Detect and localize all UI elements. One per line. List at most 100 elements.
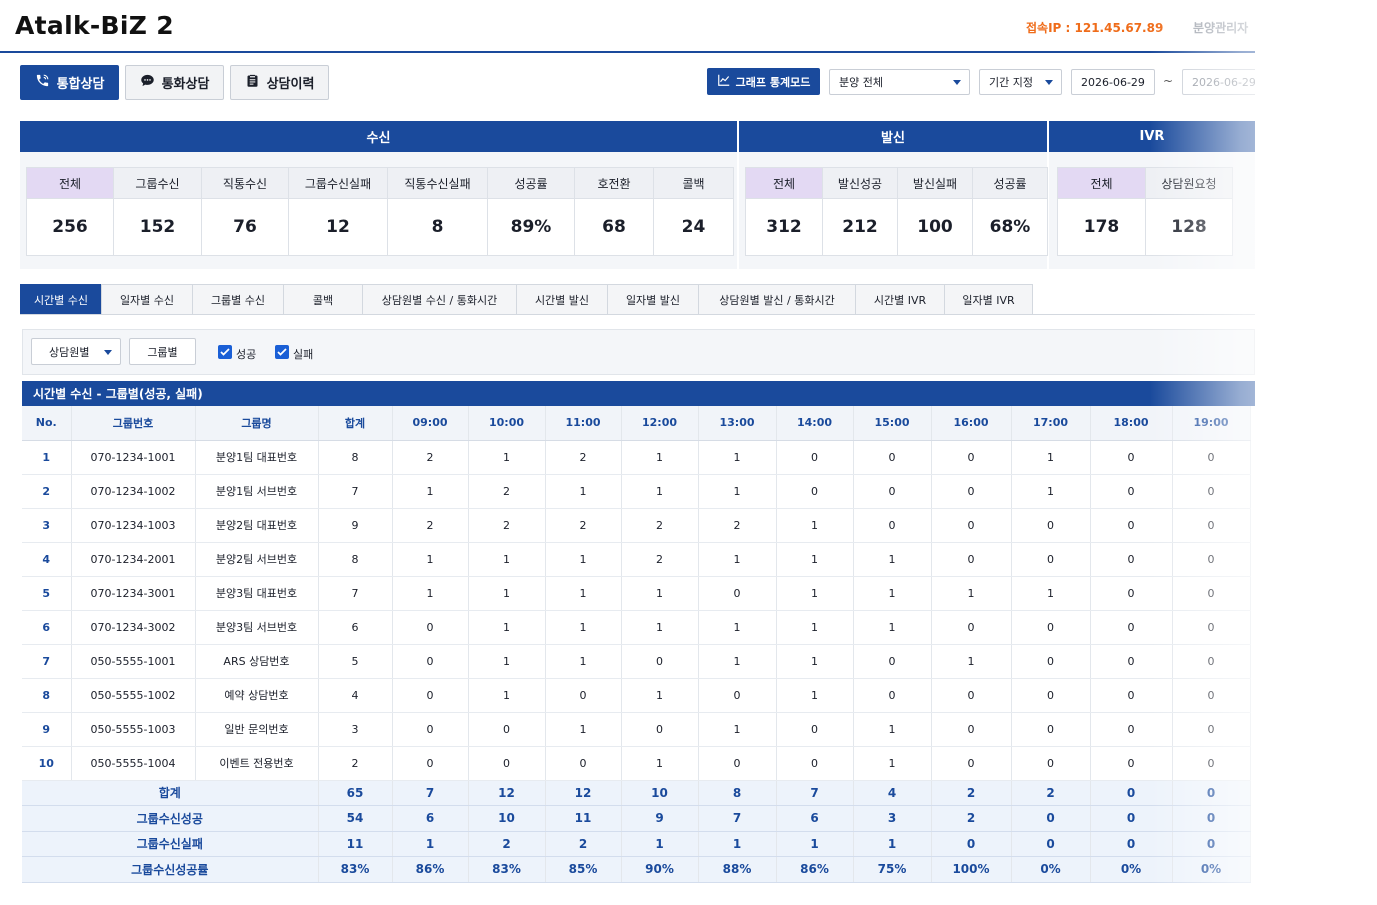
- mode-select[interactable]: 상담원별: [31, 338, 121, 365]
- table-row[interactable]: 1 070-1234-1001 분양1팀 대표번호 8 2 1 2 1 1 0 0 0 1 0 0: [22, 440, 1251, 475]
- count-cell: 1: [545, 712, 622, 747]
- tab-agent-inbound-time[interactable]: 상담원별 수신 / 통화시간: [362, 284, 517, 315]
- summary-cell: 0: [1172, 780, 1251, 806]
- tab-agent-outbound-time[interactable]: 상담원별 발신 / 통화시간: [698, 284, 856, 315]
- tab-integrated-consult[interactable]: 통합상담: [20, 65, 119, 100]
- table-row[interactable]: 3 070-1234-1003 분양2팀 대표번호 9 2 2 2 2 2 1 0 0 0 0 0: [22, 508, 1251, 543]
- right-edge-blank: [1255, 0, 1377, 905]
- line-chart-icon: [717, 73, 731, 90]
- column-header[interactable]: 12:00: [621, 406, 699, 441]
- count-cell: 0: [1172, 610, 1251, 645]
- summary-cell: 4: [853, 780, 932, 806]
- column-header[interactable]: 15:00: [853, 406, 932, 441]
- stat-value: 24: [681, 217, 706, 237]
- column-header[interactable]: 11:00: [545, 406, 622, 441]
- tab-daily-outbound[interactable]: 일자별 발신: [607, 284, 699, 315]
- tab-callback[interactable]: 콜백: [283, 284, 363, 315]
- tab-daily-ivr[interactable]: 일자별 IVR: [944, 284, 1033, 315]
- count-cell: 0: [1090, 576, 1173, 611]
- count-cell: 1: [853, 712, 932, 747]
- group-name-cell: ARS 상담번호: [195, 644, 319, 679]
- summary-cell: 12: [545, 780, 622, 806]
- count-cell: 0: [621, 644, 699, 679]
- tab-hourly-outbound[interactable]: 시간별 발신: [516, 284, 608, 315]
- tab-daily-inbound[interactable]: 일자별 수신: [101, 284, 193, 315]
- tab-hourly-inbound[interactable]: 시간별 수신: [20, 284, 102, 315]
- count-cell: 0: [931, 678, 1012, 713]
- count-cell: 1: [468, 440, 546, 475]
- column-header[interactable]: 14:00: [776, 406, 854, 441]
- count-cell: 0: [698, 576, 777, 611]
- table-row[interactable]: 9 050-5555-1003 일반 문의번호 3 0 0 1 0 1 0 1 0 0 0 0: [22, 712, 1251, 747]
- count-cell: 1: [621, 746, 699, 781]
- column-header[interactable]: 19:00: [1172, 406, 1251, 441]
- count-cell: 1: [931, 576, 1012, 611]
- hourly-inbound-table: No. 그룹번호 그룹명 합계 09:00 10:00 11:00 12:00 13:00 14:…: [22, 406, 1251, 883]
- column-header[interactable]: 17:00: [1011, 406, 1091, 441]
- count-cell: 1: [776, 644, 854, 679]
- summary-cell: 0: [931, 831, 1012, 857]
- table-row[interactable]: 8 050-5555-1002 예약 상담번호 4 0 1 0 1 0 1 0 0 0 0 0: [22, 678, 1251, 713]
- column-header[interactable]: 10:00: [468, 406, 546, 441]
- date-from-input[interactable]: 2026-06-29: [1071, 69, 1155, 95]
- column-header[interactable]: 13:00: [698, 406, 777, 441]
- count-cell: 1: [698, 712, 777, 747]
- summary-cell: 11: [545, 805, 622, 832]
- group-button[interactable]: 그룹별: [129, 338, 196, 365]
- count-cell: 0: [392, 644, 469, 679]
- stat-label: 성공률: [488, 168, 574, 199]
- summary-cell: 83%: [318, 856, 393, 883]
- count-cell: 1: [698, 474, 777, 509]
- admin-name[interactable]: 분양관리자: [1193, 19, 1248, 36]
- summary-cell: 88%: [698, 856, 777, 883]
- stat-label: 호전환: [575, 168, 653, 199]
- phone-icon: [35, 73, 50, 92]
- column-header[interactable]: 09:00: [392, 406, 469, 441]
- group-name-cell: 분양2팀 서브번호: [195, 542, 319, 577]
- stat-callback: 콜백 24: [653, 167, 734, 256]
- group-number-cell: 050-5555-1003: [71, 712, 196, 747]
- table-row[interactable]: 6 070-1234-3002 분양3팀 서브번호 6 0 1 1 1 1 1 1 0 0 0 0: [22, 610, 1251, 645]
- count-cell: 1: [545, 542, 622, 577]
- stat-label: 전체: [27, 168, 113, 199]
- scope-select[interactable]: 분양 전체: [829, 69, 970, 95]
- summary-cell: 0: [1011, 805, 1091, 832]
- table-header: No. 그룹번호 그룹명 합계 09:00 10:00 11:00 12:00 13:00 14:…: [22, 406, 1251, 441]
- table-row[interactable]: 4 070-1234-2001 분양2팀 서브번호 8 1 1 1 2 1 1 1 0 0 0 0: [22, 542, 1251, 577]
- stat-label: 직통수신실패: [388, 168, 487, 199]
- count-cell: 1: [698, 542, 777, 577]
- column-header[interactable]: 합계: [318, 406, 393, 441]
- count-cell: 0: [1011, 542, 1091, 577]
- table-row[interactable]: 10 050-5555-1004 이벤트 전용번호 2 0 0 0 1 0 0 1 0 0 0 0: [22, 746, 1251, 781]
- count-cell: 0: [1172, 474, 1251, 509]
- column-header[interactable]: No.: [22, 406, 72, 441]
- summary-cell: 0%: [1172, 856, 1251, 883]
- column-header[interactable]: 16:00: [931, 406, 1012, 441]
- graph-mode-label: 그래프 통계모드: [735, 75, 811, 89]
- summary-cell: 1: [392, 831, 469, 857]
- period-select[interactable]: 기간 지정: [979, 69, 1062, 95]
- tab-call-consult[interactable]: 통화상담: [125, 65, 224, 100]
- table-row[interactable]: 5 070-1234-3001 분양3팀 대표번호 7 1 1 1 1 0 1 1 1 1 0 0: [22, 576, 1251, 611]
- group-name-cell: 일반 문의번호: [195, 712, 319, 747]
- tab-consult-history[interactable]: 상담이력: [230, 65, 329, 100]
- count-cell: 0: [392, 712, 469, 747]
- fail-checkbox[interactable]: [275, 345, 289, 359]
- graph-mode-button[interactable]: 그래프 통계모드: [707, 68, 820, 95]
- count-cell: 0: [853, 508, 932, 543]
- tab-group-inbound[interactable]: 그룹별 수신: [192, 284, 284, 315]
- count-cell: 0: [1011, 746, 1091, 781]
- table-row[interactable]: 7 050-5555-1001 ARS 상담번호 5 0 1 1 0 1 1 0 1 0 0 0: [22, 644, 1251, 679]
- column-header[interactable]: 그룹번호: [71, 406, 196, 441]
- tab-hourly-ivr[interactable]: 시간별 IVR: [855, 284, 945, 315]
- date-to-input[interactable]: 2026-06-29: [1182, 69, 1266, 95]
- column-header[interactable]: 18:00: [1090, 406, 1173, 441]
- success-checkbox[interactable]: [218, 345, 232, 359]
- stat-label: 콜백: [654, 168, 733, 199]
- table-row[interactable]: 2 070-1234-1002 분양1팀 서브번호 7 1 2 1 1 1 0 0 0 1 0 0: [22, 474, 1251, 509]
- count-cell: 0: [1011, 678, 1091, 713]
- count-cell: 1: [776, 678, 854, 713]
- column-header[interactable]: 그룹명: [195, 406, 319, 441]
- count-cell: 0: [1090, 542, 1173, 577]
- table-body: 1 070-1234-1001 분양1팀 대표번호 8 2 1 2 1 1 0 0 0 1 0 0 2 070-…: [22, 440, 1251, 883]
